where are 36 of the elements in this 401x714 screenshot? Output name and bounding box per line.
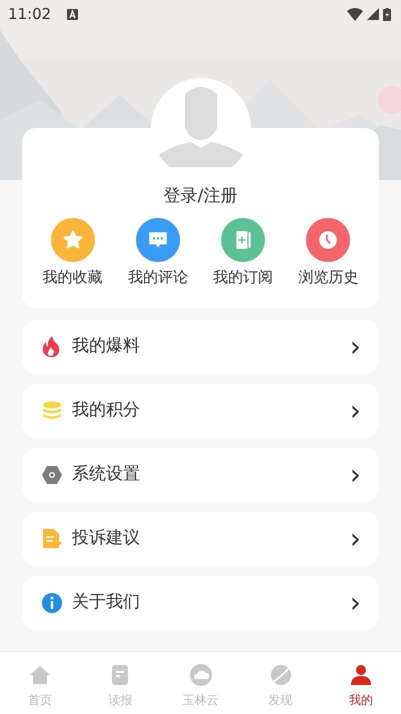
chevron-icon: › [350, 589, 361, 617]
menu-label: 投诉建议 [72, 527, 141, 550]
menu-label: 系统设置 [72, 463, 141, 486]
chat-icon[interactable] [136, 218, 180, 262]
person-icon [348, 663, 373, 687]
notification-icon [67, 8, 78, 20]
cloud-icon [188, 663, 212, 687]
menu-item[interactable]: 我的积分 › [22, 384, 379, 438]
shortcut-label[interactable]: 我的评论 [128, 266, 188, 288]
login-link[interactable]: 登录/注册 [164, 186, 238, 206]
chevron-icon: › [350, 397, 361, 425]
chevron-icon: › [350, 461, 361, 489]
home-icon [28, 663, 52, 687]
battery-icon [383, 8, 391, 20]
menu-label: 我的积分 [72, 399, 141, 422]
document-edit-icon [40, 527, 64, 551]
wifi-icon [347, 8, 363, 20]
status-time: 11:02 [8, 4, 52, 25]
clock-icon[interactable] [306, 218, 350, 262]
menu-label: 关于我们 [72, 591, 141, 614]
chevron-icon: › [350, 333, 361, 361]
info-icon [40, 591, 64, 615]
planet-icon [268, 663, 293, 687]
shortcut-label[interactable]: 我的收藏 [42, 266, 103, 288]
book-add-icon[interactable] [221, 218, 266, 262]
menu-label: 我的爆料 [72, 335, 141, 358]
menu-item[interactable]: 投诉建议 › [22, 512, 379, 566]
menu-item[interactable]: 我的爆料 › [22, 320, 379, 374]
menu-item[interactable]: 关于我们 › [22, 576, 379, 630]
shortcut-label[interactable]: 我的订阅 [213, 266, 274, 288]
shortcut-label[interactable]: 浏览历史 [298, 266, 358, 288]
gear-icon [40, 463, 64, 487]
tab[interactable]: 我的 [320, 652, 401, 714]
chevron-icon: › [350, 525, 361, 553]
signal-icon [367, 8, 379, 20]
menu-item[interactable]: 系统设置 › [22, 448, 379, 502]
